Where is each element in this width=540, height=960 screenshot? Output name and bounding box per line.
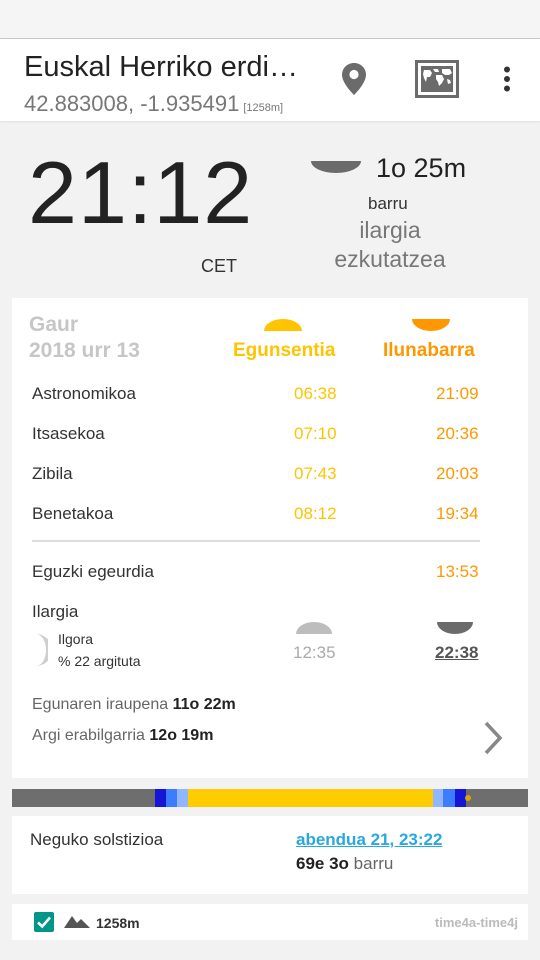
solar-noon-time: 13:53	[436, 562, 479, 581]
solstice-date-link[interactable]: abendua 21, 23:22	[296, 830, 442, 850]
civil-twilight-segment	[433, 789, 443, 807]
usable-light-value: 12o 19m	[149, 727, 214, 744]
solstice-countdown: 69e 3o barru	[296, 854, 393, 874]
moon-illumination: % 22 argituta	[58, 653, 141, 669]
sunrise-column-header: Egunsentia	[233, 340, 336, 361]
more-options-button[interactable]	[485, 57, 529, 101]
day-length-value: 11o 22m	[172, 696, 236, 713]
date-block: Gaur 2018 urr 13	[29, 312, 140, 364]
nautical-twilight-segment	[166, 789, 177, 807]
daylight-segment	[188, 789, 433, 807]
twilight-set-time: 20:03	[436, 464, 479, 483]
twilight-rise-time: 07:43	[294, 464, 337, 483]
location-title[interactable]: Euskal Herriko erdi…	[24, 51, 298, 84]
location-coordinates: 42.883008, -1.935491 [1258m]	[24, 91, 283, 117]
moonset-icon	[437, 622, 473, 634]
moon-event-line1: ilargia	[359, 217, 421, 243]
altitude-checkbox[interactable]	[34, 912, 54, 932]
status-bar	[0, 0, 540, 39]
twilight-rise-time: 07:10	[294, 424, 337, 443]
solstice-label: Neguko solstizioa	[30, 830, 164, 849]
twilight-row-label: Zibila	[32, 464, 73, 483]
current-time-marker	[465, 795, 471, 801]
map-button[interactable]	[415, 57, 459, 101]
more-vert-icon	[504, 66, 510, 92]
mountain-icon	[64, 916, 90, 928]
usable-light: Argi erabilgarria 12o 19m	[32, 727, 213, 745]
moon-event-name: ilargia ezkutatzea	[300, 216, 480, 274]
solstice-countdown-value: 69e 3o	[296, 854, 349, 873]
day-length: Egunaren iraupena 11o 22m	[32, 696, 236, 714]
twilight-rise-time: 06:38	[294, 384, 337, 403]
altitude-tag: [1258m]	[243, 102, 284, 114]
solstice-countdown-label: barru	[353, 854, 394, 873]
nautical-twilight-segment	[443, 789, 455, 807]
sunrise-icon	[264, 319, 302, 331]
divider	[32, 540, 480, 542]
twilight-rise-time: 08:12	[294, 504, 337, 523]
twilight-row-label: Itsasekoa	[32, 424, 105, 443]
moonrise-icon	[296, 622, 332, 634]
moon-phase-icon	[36, 634, 48, 666]
moon-event-line2: ezkutatzea	[334, 246, 446, 272]
day-length-label: Egunaren iraupena	[32, 696, 169, 713]
twilight-set-time: 20:36	[436, 424, 479, 443]
moonset-time[interactable]: 22:38	[435, 643, 478, 663]
twilight-set-time: 19:34	[436, 504, 479, 523]
civil-twilight-segment	[177, 789, 188, 807]
day-summary-card[interactable]: Gaur 2018 urr 13 Egunsentia Ilunabarra A…	[12, 298, 528, 778]
moon-event-in-label: barru	[368, 194, 408, 213]
moonset-icon	[311, 161, 361, 173]
twilight-row-label: Astronomikoa	[32, 384, 136, 403]
moon-label: Ilargia	[32, 602, 79, 621]
coordinates-text: 42.883008, -1.935491	[24, 91, 240, 116]
app-header: Euskal Herriko erdi… 42.883008, -1.93549…	[0, 39, 540, 121]
date-label: 2018 urr 13	[29, 339, 140, 362]
moon-phase-name: Ilgora	[58, 631, 94, 647]
moonrise-time: 12:35	[293, 643, 336, 662]
usable-light-label: Argi erabilgarria	[32, 727, 145, 744]
solar-noon-label: Eguzki egeurdia	[32, 562, 154, 581]
checkmark-icon	[37, 916, 51, 929]
moon-event-countdown: 1o 25m	[376, 153, 467, 183]
daylight-timeline-bar	[12, 789, 528, 807]
sunset-column-header: Ilunabarra	[383, 340, 475, 361]
chevron-right-icon[interactable]	[482, 720, 504, 756]
location-pin-button[interactable]	[332, 57, 376, 101]
footer-bar: 1258m time4a-time4j	[12, 904, 528, 940]
today-label: Gaur	[29, 313, 79, 336]
sunset-icon	[412, 319, 450, 331]
solstice-card: Neguko solstizioa abendua 21, 23:22 69e …	[12, 816, 528, 894]
twilight-set-time: 21:09	[436, 384, 479, 403]
world-map-icon	[415, 60, 459, 98]
altitude-value: 1258m	[96, 915, 140, 931]
version-label: time4a-time4j	[434, 915, 518, 930]
astronomical-twilight-segment	[155, 789, 166, 807]
twilight-row-label: Benetakoa	[32, 504, 114, 523]
timezone-label: CET	[201, 256, 237, 276]
location-pin-icon	[342, 63, 366, 95]
current-time: 21:12	[28, 143, 254, 242]
